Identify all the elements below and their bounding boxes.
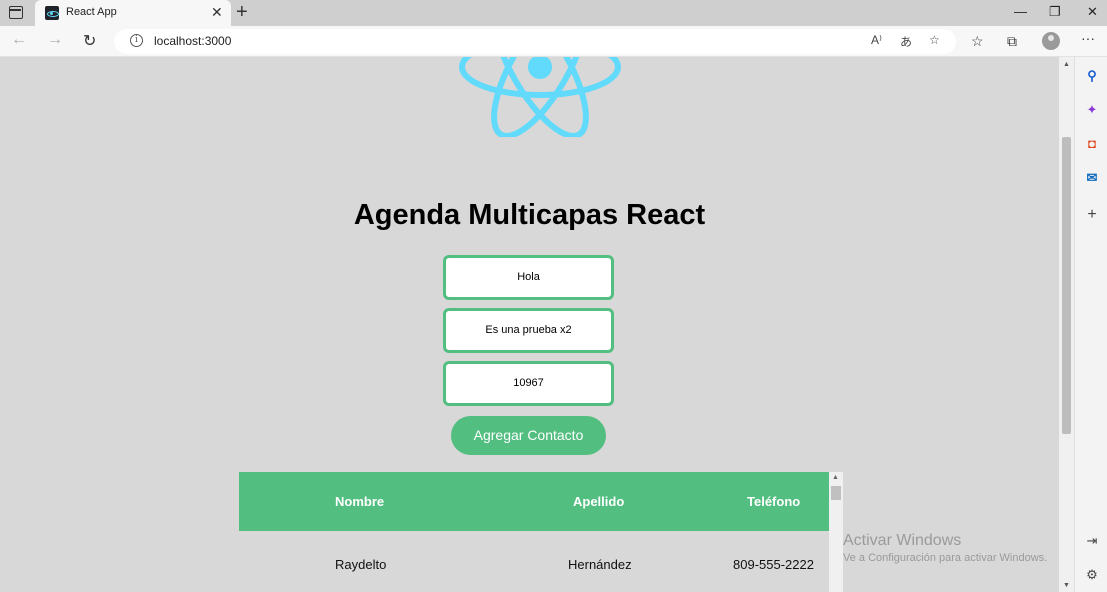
header-telefono: Teléfono bbox=[747, 494, 801, 509]
tab-bar: React App ✕ + — ❐ ✕ bbox=[0, 0, 1107, 26]
profile-avatar[interactable] bbox=[1042, 32, 1060, 50]
outlook-icon[interactable]: ✉ bbox=[1084, 170, 1100, 186]
new-tab-button[interactable]: + bbox=[236, 1, 248, 23]
collections-icon[interactable]: ⧉ bbox=[1007, 33, 1017, 50]
cell-nombre: Raydelto bbox=[335, 557, 387, 572]
table-scrollbar[interactable]: ▲ bbox=[829, 472, 843, 592]
search-icon[interactable]: ⚲ bbox=[1084, 68, 1100, 84]
office-icon[interactable]: ◘ bbox=[1084, 136, 1100, 152]
cell-apellido: Hernández bbox=[568, 557, 632, 572]
page-scroll-thumb[interactable] bbox=[1062, 137, 1071, 434]
window-close-button[interactable]: ✕ bbox=[1087, 4, 1098, 20]
header-nombre: Nombre bbox=[335, 494, 385, 509]
watermark-title: Activar Windows bbox=[843, 532, 962, 549]
contacts-table: Nombre Apellido Teléfono Raydelto Hernán… bbox=[239, 472, 843, 592]
tab-close-icon[interactable]: ✕ bbox=[211, 4, 223, 20]
cell-telefono: 809-555-2222 bbox=[733, 557, 814, 572]
hide-sidebar-icon[interactable]: ⇥ bbox=[1084, 533, 1100, 549]
restore-button[interactable]: ❐ bbox=[1049, 4, 1061, 20]
favorites-icon[interactable]: ☆ bbox=[971, 33, 984, 50]
header-apellido: Apellido bbox=[573, 494, 625, 509]
react-favicon-icon bbox=[45, 6, 59, 20]
address-toolbar: ← → ↻ i localhost:3000 A⁾ あ ☆ ☆ ⧉ ··· bbox=[0, 26, 1107, 57]
page-title: Agenda Multicapas React bbox=[353, 199, 706, 231]
read-aloud-icon[interactable]: A⁾ bbox=[871, 33, 882, 47]
sidebar-settings-icon[interactable]: ⚙ bbox=[1084, 567, 1100, 583]
copilot-icon[interactable]: ✦ bbox=[1084, 102, 1100, 118]
url-text[interactable]: localhost:3000 bbox=[154, 34, 231, 48]
page-scroll-down-icon[interactable]: ▼ bbox=[1063, 582, 1070, 589]
add-sidebar-icon[interactable]: + bbox=[1084, 207, 1100, 223]
tab-react-app[interactable]: React App ✕ bbox=[35, 0, 231, 26]
forward-icon[interactable]: → bbox=[47, 31, 63, 49]
tab-title: React App bbox=[66, 6, 117, 18]
nombre-input[interactable]: Hola bbox=[443, 255, 614, 300]
watermark-subtitle: Ve a Configuración para activar Windows. bbox=[843, 552, 1048, 564]
page-scrollbar[interactable]: ▲ ▼ bbox=[1059, 57, 1074, 592]
add-favorite-icon[interactable]: ☆ bbox=[929, 33, 940, 47]
translate-icon[interactable]: あ bbox=[900, 33, 912, 50]
more-menu-icon[interactable]: ··· bbox=[1081, 30, 1095, 46]
url-bar[interactable]: i localhost:3000 A⁾ あ ☆ bbox=[114, 29, 956, 54]
table-header: Nombre Apellido Teléfono bbox=[239, 472, 829, 531]
scroll-up-icon[interactable]: ▲ bbox=[832, 474, 839, 481]
add-contact-button[interactable]: Agregar Contacto bbox=[451, 416, 606, 455]
apellido-input[interactable]: Es una prueba x2 bbox=[443, 308, 614, 353]
site-info-icon[interactable]: i bbox=[130, 34, 143, 47]
edge-sidebar: ⚲ ✦ ◘ ✉ + ⇥ ⚙ bbox=[1074, 57, 1107, 592]
windows-activation-watermark: Activar Windows Ve a Configuración para … bbox=[843, 532, 1047, 564]
back-icon[interactable]: ← bbox=[11, 31, 27, 49]
refresh-icon[interactable]: ↻ bbox=[83, 31, 96, 51]
page-scroll-up-icon[interactable]: ▲ bbox=[1063, 61, 1070, 68]
page-content: Agenda Multicapas React Hola Es una prue… bbox=[0, 57, 1059, 592]
tab-actions-icon[interactable] bbox=[9, 6, 23, 19]
table-scroll-thumb[interactable] bbox=[831, 486, 841, 500]
react-logo bbox=[459, 57, 621, 137]
telefono-input[interactable]: 10967 bbox=[443, 361, 614, 406]
minimize-button[interactable]: — bbox=[1014, 4, 1027, 19]
